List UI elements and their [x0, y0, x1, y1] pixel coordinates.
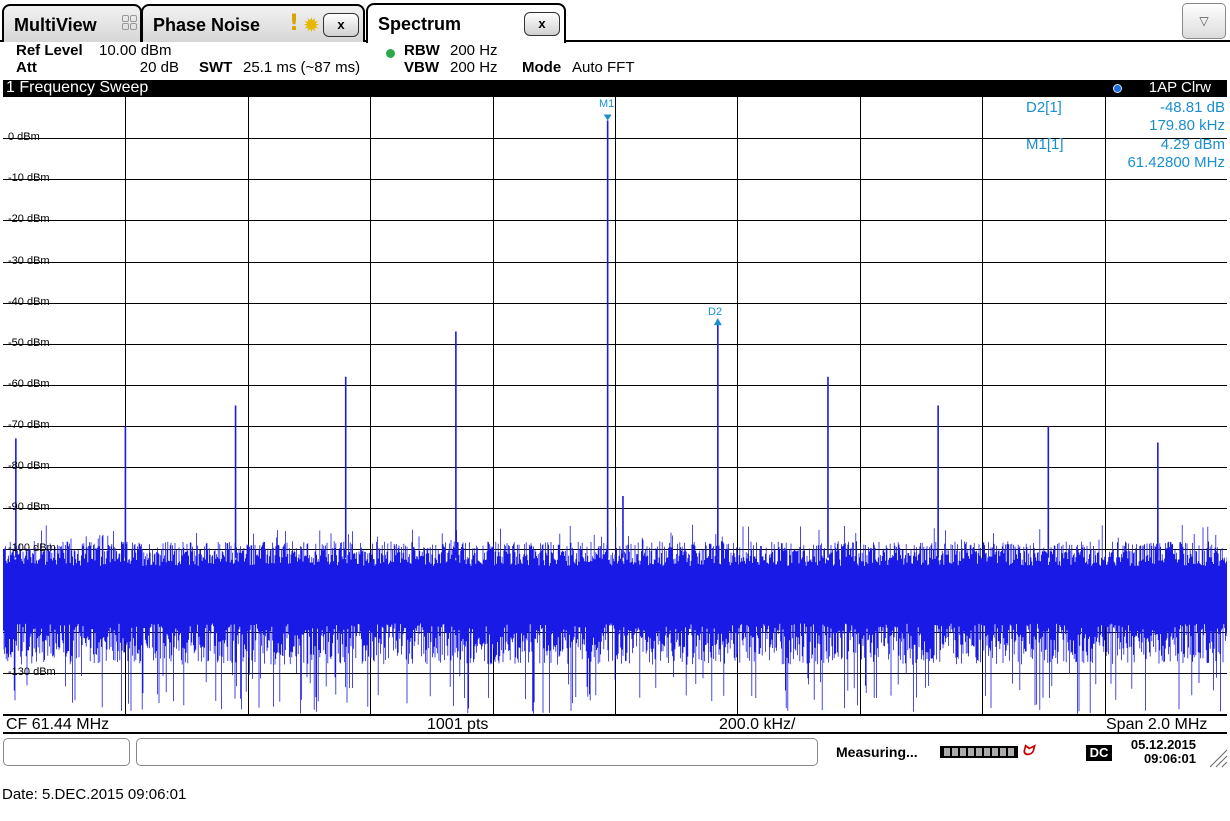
rbw-status-dot: [386, 45, 395, 62]
close-spectrum-button[interactable]: x: [524, 12, 560, 36]
spectrum-chart: [3, 97, 1227, 714]
center-frequency: CF 61.44 MHz: [6, 716, 110, 733]
dc-coupling-badge: DC: [1086, 745, 1112, 761]
ref-level-value: 10.00 dBm: [99, 42, 172, 59]
trace-indicator-icon: [1113, 84, 1122, 93]
tab-multiview-label: MultiView: [14, 15, 97, 35]
trace-mode-label: 1AP Clrw: [1148, 79, 1211, 96]
tab-spectrum[interactable]: Spectrum x: [366, 3, 566, 43]
rbw-value: 200 Hz: [450, 42, 498, 59]
y-axis-tick-label: -60 dBm: [8, 377, 50, 390]
status-datetime: 05.12.2015 09:06:01: [1116, 738, 1196, 766]
warning-icon: !: [289, 11, 300, 36]
d2-readout-freq: 179.80 kHz: [1149, 117, 1225, 134]
marker-m1-label: M1: [599, 98, 615, 110]
m1-readout-freq: 61.42800 MHz: [1127, 154, 1225, 171]
settings-panel: Ref Level 10.00 dBm Att 20 dB SWT 25.1 m…: [0, 42, 1230, 80]
marker-d2-label: D2: [708, 306, 723, 318]
y-axis-tick-label: -100 dBm: [8, 542, 56, 555]
tab-multiview[interactable]: MultiView: [2, 4, 142, 42]
y-axis-tick-label: -30 dBm: [8, 254, 50, 267]
sun-icon: ✹: [303, 13, 320, 37]
mode-value: Auto FFT: [572, 59, 635, 76]
swt-value: 25.1 ms (~87 ms): [243, 59, 361, 76]
vbw-value: 200 Hz: [450, 59, 498, 76]
mode-label: Mode: [522, 59, 562, 76]
progress-bar: [940, 746, 1018, 758]
tab-phase-noise-label: Phase Noise: [153, 15, 261, 35]
y-axis-tick-label: -40 dBm: [8, 295, 50, 308]
marker-d2-triangle: [713, 318, 722, 326]
window-title: 1 Frequency Sweep: [6, 79, 149, 96]
status-bar: Measuring... ᗢ DC 05.12.2015 09:06:01: [0, 734, 1230, 772]
grid-view-icon: [122, 15, 138, 31]
close-phase-noise-button[interactable]: x: [323, 13, 359, 37]
status-date: 05.12.2015: [1130, 737, 1196, 752]
y-axis-tick-label: -20 dBm: [8, 213, 50, 226]
ref-level-label: Ref Level: [16, 42, 83, 59]
resize-grip-icon[interactable]: [1206, 746, 1228, 768]
y-axis-tick-label: -80 dBm: [8, 460, 50, 473]
vbw-label: VBW: [404, 59, 439, 76]
frequency-per-division: 200.0 kHz/: [719, 716, 796, 733]
status-message-field: [136, 738, 818, 766]
screenshot-date: Date: 5.DEC.2015 09:06:01: [2, 786, 187, 803]
y-axis-tick-label: -10 dBm: [8, 172, 50, 185]
d2-readout-value: -48.81 dB: [1159, 99, 1225, 116]
att-value: 20 dB: [139, 59, 179, 76]
tab-phase-noise[interactable]: Phase Noise ! ✹ x: [141, 4, 365, 42]
tab-spectrum-label: Spectrum: [378, 14, 462, 34]
marker-m1-triangle: [603, 114, 612, 121]
d2-readout-name: D2[1]: [1026, 99, 1062, 116]
measurement-status: Measuring...: [836, 744, 918, 760]
spectrum-plot[interactable]: 0 dBm -10 dBm -20 dBm -30 dBm -40 dBm -50 dBm…: [3, 97, 1227, 714]
swt-label: SWT: [199, 59, 233, 76]
y-axis-tick-label: -90 dBm: [8, 501, 50, 514]
m1-readout-value: 4.29 dBm: [1160, 136, 1225, 153]
y-axis-tick-label: 0 dBm: [8, 131, 40, 144]
sweep-points: 1001 pts: [427, 716, 489, 733]
y-axis-tick-label: -130 dBm: [8, 665, 56, 678]
status-field-left: [3, 738, 130, 766]
status-time: 09:06:01: [1143, 751, 1196, 766]
y-axis-tick-label: -50 dBm: [8, 336, 50, 349]
frequency-span: Span 2.0 MHz: [1106, 716, 1208, 733]
att-label: Att: [16, 59, 37, 76]
window-title-bar: 1 Frequency Sweep 1AP Clrw: [3, 79, 1227, 97]
plot-footer: CF 61.44 MHz 1001 pts 200.0 kHz/ Span 2.…: [3, 714, 1227, 734]
y-axis-tick-label: -70 dBm: [8, 419, 50, 432]
chevron-down-icon[interactable]: ▽: [1182, 3, 1226, 39]
rs-logo-icon: ᗢ: [1022, 742, 1034, 758]
m1-readout-name: M1[1]: [1026, 136, 1064, 153]
rbw-label: RBW: [404, 42, 440, 59]
tab-bar: MultiView Phase Noise ! ✹ x Spectrum x ▽: [0, 0, 1230, 43]
